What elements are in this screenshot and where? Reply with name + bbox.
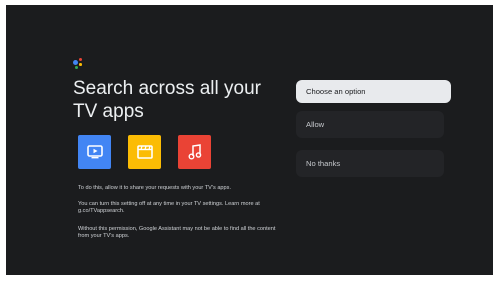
google-assistant-icon <box>73 58 85 72</box>
tv-play-icon <box>86 145 103 159</box>
tv-app-tile <box>78 135 111 169</box>
no-thanks-option[interactable]: No thanks <box>296 150 444 177</box>
allow-option[interactable]: Allow <box>296 111 444 138</box>
music-app-tile <box>178 135 211 169</box>
movies-app-tile <box>128 135 161 169</box>
tv-screen: Search across all your TV apps To do thi… <box>6 5 493 275</box>
choose-option-header[interactable]: Choose an option <box>296 80 451 103</box>
permission-warning-text: Without this permission, Google Assistan… <box>78 226 276 240</box>
assistant-dot-green <box>75 66 78 69</box>
assistant-dot-yellow <box>79 63 82 66</box>
assistant-dot-blue <box>73 60 78 65</box>
clapperboard-icon <box>136 145 153 159</box>
page-title: Search across all your TV apps <box>73 78 261 122</box>
share-requests-text: To do this, allow it to share your reque… <box>78 185 231 191</box>
assistant-dot-red <box>79 58 82 61</box>
music-note-icon <box>188 144 202 160</box>
settings-info-text: You can turn this setting off at any tim… <box>78 201 260 215</box>
